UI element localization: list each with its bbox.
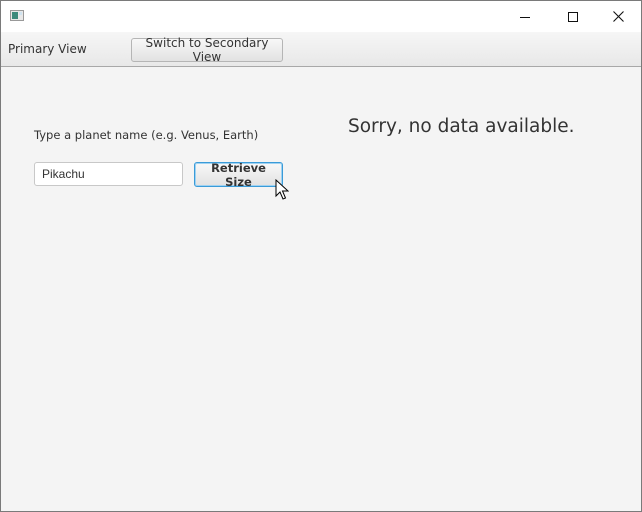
switch-view-button[interactable]: Switch to Secondary View xyxy=(131,36,283,64)
close-icon xyxy=(612,11,624,22)
result-message: Sorry, no data available. xyxy=(348,116,575,137)
current-view-label: Primary View xyxy=(8,42,87,56)
mouse-cursor-icon xyxy=(275,179,289,200)
app-window: Primary View Switch to Secondary View Ty… xyxy=(0,0,642,512)
minimize-icon xyxy=(520,16,530,18)
planet-name-input[interactable] xyxy=(34,162,183,186)
maximize-icon xyxy=(568,11,578,22)
toolbar: Primary View Switch to Secondary View xyxy=(1,32,641,67)
planet-prompt-label: Type a planet name (e.g. Venus, Earth) xyxy=(34,128,259,142)
retrieve-size-button[interactable]: Retrieve Size xyxy=(194,161,283,189)
maximize-button[interactable] xyxy=(550,1,596,32)
close-button[interactable] xyxy=(595,1,641,32)
app-icon xyxy=(10,10,24,21)
title-bar xyxy=(1,1,641,32)
minimize-button[interactable] xyxy=(502,1,548,32)
